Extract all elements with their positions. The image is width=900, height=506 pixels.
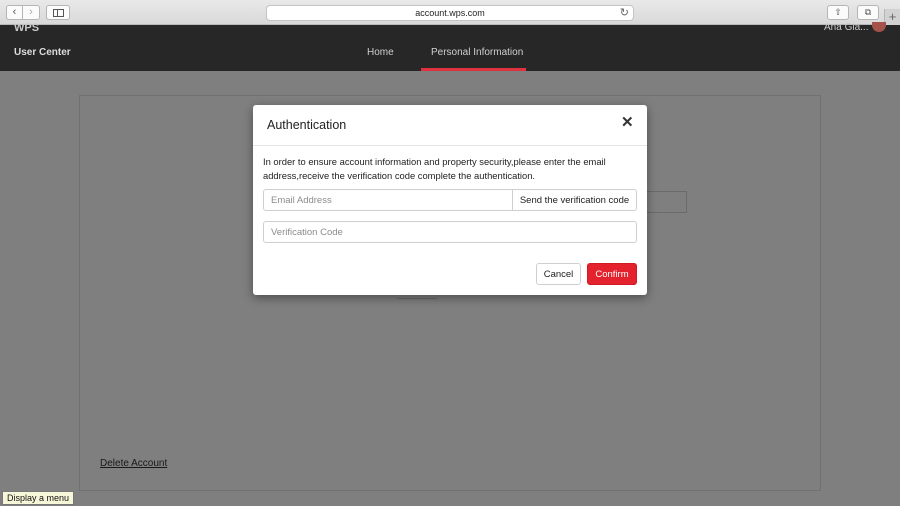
sidebar-icon [53,9,64,17]
avatar[interactable] [872,22,886,32]
nav-home[interactable]: Home [367,47,394,58]
share-icon: ⇧ [834,7,842,17]
back-button[interactable]: ‹ [6,5,23,20]
verification-code-input[interactable] [263,221,637,243]
close-icon[interactable]: ✕ [621,113,634,131]
cancel-button[interactable]: Cancel [536,263,581,285]
plus-icon: + [888,9,897,24]
menu-tooltip: Display a menu [2,491,75,505]
dialog-description: In order to ensure account information a… [263,156,606,181]
dialog-divider [253,145,647,146]
address-bar[interactable]: account.wps.com ↻ [266,5,634,21]
dialog-title: Authentication [267,118,347,132]
send-verification-code-button[interactable]: Send the verification code [512,189,637,211]
browser-toolbar: ‹ › account.wps.com ↻ ⇧ ⧉ + [0,0,900,25]
authentication-dialog: Authentication ✕ In order to ensure acco… [253,105,647,295]
email-input[interactable] [263,189,513,211]
sidebar-toggle-button[interactable] [46,5,70,20]
tabs-icon: ⧉ [864,7,872,17]
chevron-right-icon: › [29,6,33,18]
username[interactable]: Ana Gia... [824,22,868,33]
show-tabs-button[interactable]: ⧉ [857,5,879,20]
new-tab-button[interactable]: + [884,9,900,25]
reload-icon[interactable]: ↻ [620,6,629,20]
chevron-left-icon: ‹ [12,6,17,18]
confirm-button[interactable]: Confirm [587,263,637,285]
url-text: account.wps.com [415,8,485,18]
site-header: WPS User Center Home Personal Informatio… [0,22,900,71]
nav-personal-information[interactable]: Personal Information [431,47,523,58]
share-button[interactable]: ⇧ [827,5,849,20]
wps-logo[interactable]: WPS [14,22,39,34]
section-title[interactable]: User Center [14,47,71,58]
forward-button[interactable]: › [23,5,40,20]
